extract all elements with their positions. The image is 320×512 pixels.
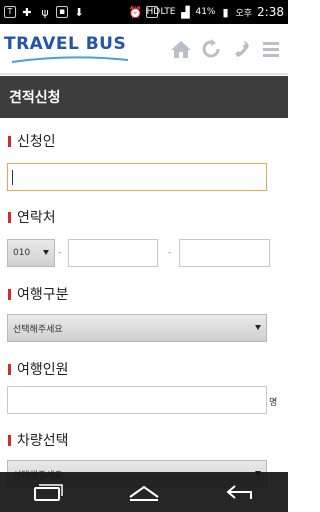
battery-percent: 41% bbox=[195, 7, 216, 17]
recent-apps-icon[interactable] bbox=[18, 477, 78, 507]
lte-icon: LTE bbox=[160, 7, 176, 17]
alarm-icon: ⏰ bbox=[128, 5, 143, 19]
trip-type-label: 여행구분 bbox=[8, 284, 69, 304]
phone-last-input[interactable] bbox=[179, 239, 270, 267]
hd-icon: HD bbox=[145, 6, 161, 18]
applicant-label: 신청인 bbox=[8, 131, 56, 151]
phone-icon[interactable] bbox=[230, 38, 252, 60]
battery-icon: ▮ bbox=[222, 5, 229, 19]
passengers-label: 여행인원 bbox=[8, 359, 69, 379]
plus-icon: ✚ bbox=[22, 5, 32, 19]
contact-label: 연락처 bbox=[8, 207, 56, 227]
phone-separator: - bbox=[58, 248, 62, 258]
passengers-input[interactable] bbox=[7, 386, 267, 414]
required-mark bbox=[8, 288, 11, 300]
ampm-label: 오후 bbox=[235, 8, 253, 19]
status-bar: T ✚ ψ ▪ ⬇ ⏰ HD LTE ▟ 41% ▮ 오후 2:38 bbox=[0, 0, 288, 24]
clock: 2:38 bbox=[257, 5, 284, 19]
passengers-unit: 명 bbox=[269, 398, 278, 408]
app-header: TRAVEL BUS bbox=[0, 24, 288, 74]
required-mark bbox=[8, 363, 11, 375]
applicant-input[interactable] bbox=[7, 163, 267, 191]
sd-card-icon: ▪ bbox=[56, 6, 68, 18]
signal-icon: ▟ bbox=[181, 5, 190, 19]
back-icon[interactable] bbox=[210, 477, 270, 507]
home-icon[interactable] bbox=[170, 38, 192, 60]
refresh-icon[interactable] bbox=[200, 38, 222, 60]
text-caret bbox=[12, 170, 13, 185]
required-mark bbox=[8, 434, 11, 446]
notification-t-icon: T bbox=[4, 6, 16, 18]
download-icon: ⬇ bbox=[74, 5, 84, 19]
trip-type-select[interactable]: 선택해주세요 bbox=[7, 314, 267, 342]
system-nav-bar bbox=[0, 472, 288, 512]
dropdown-arrow-icon bbox=[255, 325, 261, 330]
menu-icon[interactable] bbox=[260, 38, 282, 60]
logo-swoosh-icon bbox=[11, 56, 129, 63]
vehicle-label: 차량선택 bbox=[8, 430, 69, 450]
usb-icon: ψ bbox=[41, 5, 49, 19]
header-divider bbox=[0, 73, 288, 75]
dropdown-arrow-icon bbox=[43, 250, 49, 255]
logo-text: TRAVEL BUS bbox=[4, 34, 127, 54]
home-nav-icon[interactable] bbox=[114, 477, 174, 507]
required-mark bbox=[8, 211, 11, 223]
phone-prefix-select[interactable]: 010 bbox=[7, 239, 55, 267]
page-title: 견적신청 bbox=[9, 90, 61, 106]
page-title-bar: 견적신청 bbox=[0, 76, 288, 118]
phone-middle-input[interactable] bbox=[68, 239, 158, 267]
required-mark bbox=[8, 135, 11, 147]
phone-separator: - bbox=[168, 248, 172, 258]
logo[interactable]: TRAVEL BUS bbox=[4, 34, 134, 66]
